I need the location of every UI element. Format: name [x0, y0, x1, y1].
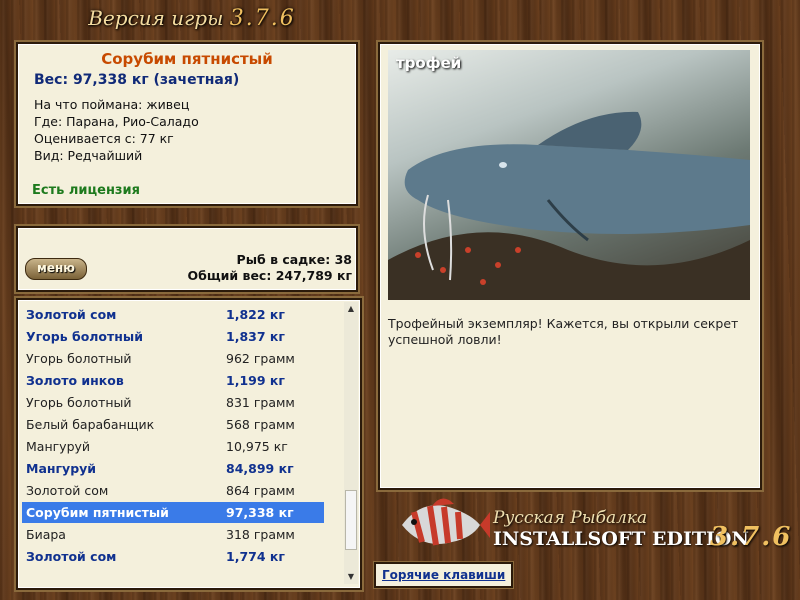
- version-title-text: Версия игры: [88, 6, 224, 30]
- menu-button[interactable]: меню: [25, 258, 87, 280]
- catch-fish-weight: 962 грамм: [226, 351, 295, 366]
- catch-fish-name: Золото инков: [26, 373, 124, 388]
- catfish-image: [388, 111, 750, 300]
- fish-photo: трофей: [388, 50, 750, 300]
- catch-fish-weight: 318 грамм: [226, 527, 295, 542]
- catch-fish-name: Мангуруй: [26, 461, 97, 476]
- catch-list-row[interactable]: Золотой сом 1,822 кг: [22, 304, 324, 325]
- catch-list: Золотой сом 1,822 кг Угорь болотный 1,837 к…: [14, 296, 364, 592]
- catch-fish-name: Биара: [26, 527, 66, 542]
- catch-fish-name: Мангуруй: [26, 439, 91, 454]
- catch-fish-weight: 1,837 кг: [226, 329, 285, 344]
- location-info: Где: Парана, Рио-Саладо: [34, 114, 199, 129]
- logo-version: 3.7.6: [710, 522, 793, 552]
- scroll-down-icon[interactable]: ▼: [344, 570, 358, 584]
- catch-fish-name: Золотой сом: [26, 307, 117, 322]
- fish-description: Трофейный экземпляр! Кажется, вы открыли…: [388, 316, 739, 347]
- catch-fish-name: Золотой сом: [26, 483, 109, 498]
- stats-panel: меню Рыб в садке: 38 Общий вес: 247,789 …: [14, 224, 360, 294]
- logo-fish-icon: [402, 498, 490, 546]
- catch-list-row[interactable]: Угорь болотный 962 грамм: [22, 348, 324, 369]
- catch-list-row[interactable]: Мангуруй 10,975 кг: [22, 436, 324, 457]
- catch-list-row[interactable]: Сорубим пятнистый 97,338 кг: [22, 502, 324, 523]
- fish-info-panel: Сорубим пятнистый Вес: 97,338 кг (зачетн…: [14, 40, 360, 208]
- scroll-thumb[interactable]: [345, 490, 357, 550]
- catch-list-row[interactable]: Биара 318 грамм: [22, 524, 324, 545]
- trophy-panel: трофей Трофейный экземпляр! Кажется, вы …: [376, 40, 764, 492]
- catch-fish-name: Сорубим пятнистый: [26, 505, 169, 520]
- catch-fish-name: Угорь болотный: [26, 329, 143, 344]
- catch-fish-name: Угорь болотный: [26, 395, 132, 410]
- license-status: Есть лицензия: [32, 183, 140, 198]
- fish-name: Сорубим пятнистый: [101, 50, 273, 68]
- version-number: 3.7.6: [229, 6, 296, 31]
- catch-list-row[interactable]: Золото инков 1,199 кг: [22, 370, 324, 391]
- catch-fish-name: Золотой сом: [26, 549, 117, 564]
- catch-list-row[interactable]: Угорь болотный 1,837 кг: [22, 326, 324, 347]
- catch-fish-weight: 1,199 кг: [226, 373, 285, 388]
- logo-title: Русская Рыбалка: [493, 508, 648, 528]
- catch-list-row[interactable]: Золотой сом 1,774 кг: [22, 546, 324, 567]
- version-title: Версия игры 3.7.6: [0, 6, 384, 31]
- total-weight: Общий вес: 247,789 кг: [187, 268, 353, 283]
- catch-list-row[interactable]: Золотой сом 864 грамм: [22, 480, 324, 501]
- catch-list-row[interactable]: Мангуруй 84,899 кг: [22, 458, 324, 479]
- catch-fish-weight: 568 грамм: [226, 417, 295, 432]
- fish-count: Рыб в садке: 38: [236, 252, 352, 267]
- rarity-info: Вид: Редчайший: [34, 148, 143, 163]
- trophy-label: трофей: [396, 54, 462, 72]
- catch-fish-weight: 10,975 кг: [226, 439, 288, 454]
- hotkeys-link[interactable]: Горячие клавиши: [372, 561, 515, 589]
- catch-list-row[interactable]: Угорь болотный 831 грамм: [22, 392, 324, 413]
- catch-fish-weight: 864 грамм: [226, 483, 295, 498]
- catch-fish-weight: 97,338 кг: [226, 505, 294, 520]
- catch-fish-weight: 1,822 кг: [226, 307, 285, 322]
- value-info: Оценивается с: 77 кг: [34, 131, 174, 146]
- catch-fish-weight: 831 грамм: [226, 395, 295, 410]
- catch-list-row[interactable]: Белый барабанщик 568 грамм: [22, 414, 324, 435]
- catch-list-scrollbar[interactable]: ▲ ▼: [344, 302, 358, 584]
- bait-info: На что поймана: живец: [34, 97, 190, 112]
- fish-weight: Вес: 97,338 кг (зачетная): [34, 72, 240, 88]
- catch-fish-name: Угорь болотный: [26, 351, 132, 366]
- catch-fish-name: Белый барабанщик: [26, 417, 155, 432]
- catch-fish-weight: 1,774 кг: [226, 549, 285, 564]
- scroll-up-icon[interactable]: ▲: [344, 302, 358, 316]
- catch-fish-weight: 84,899 кг: [226, 461, 294, 476]
